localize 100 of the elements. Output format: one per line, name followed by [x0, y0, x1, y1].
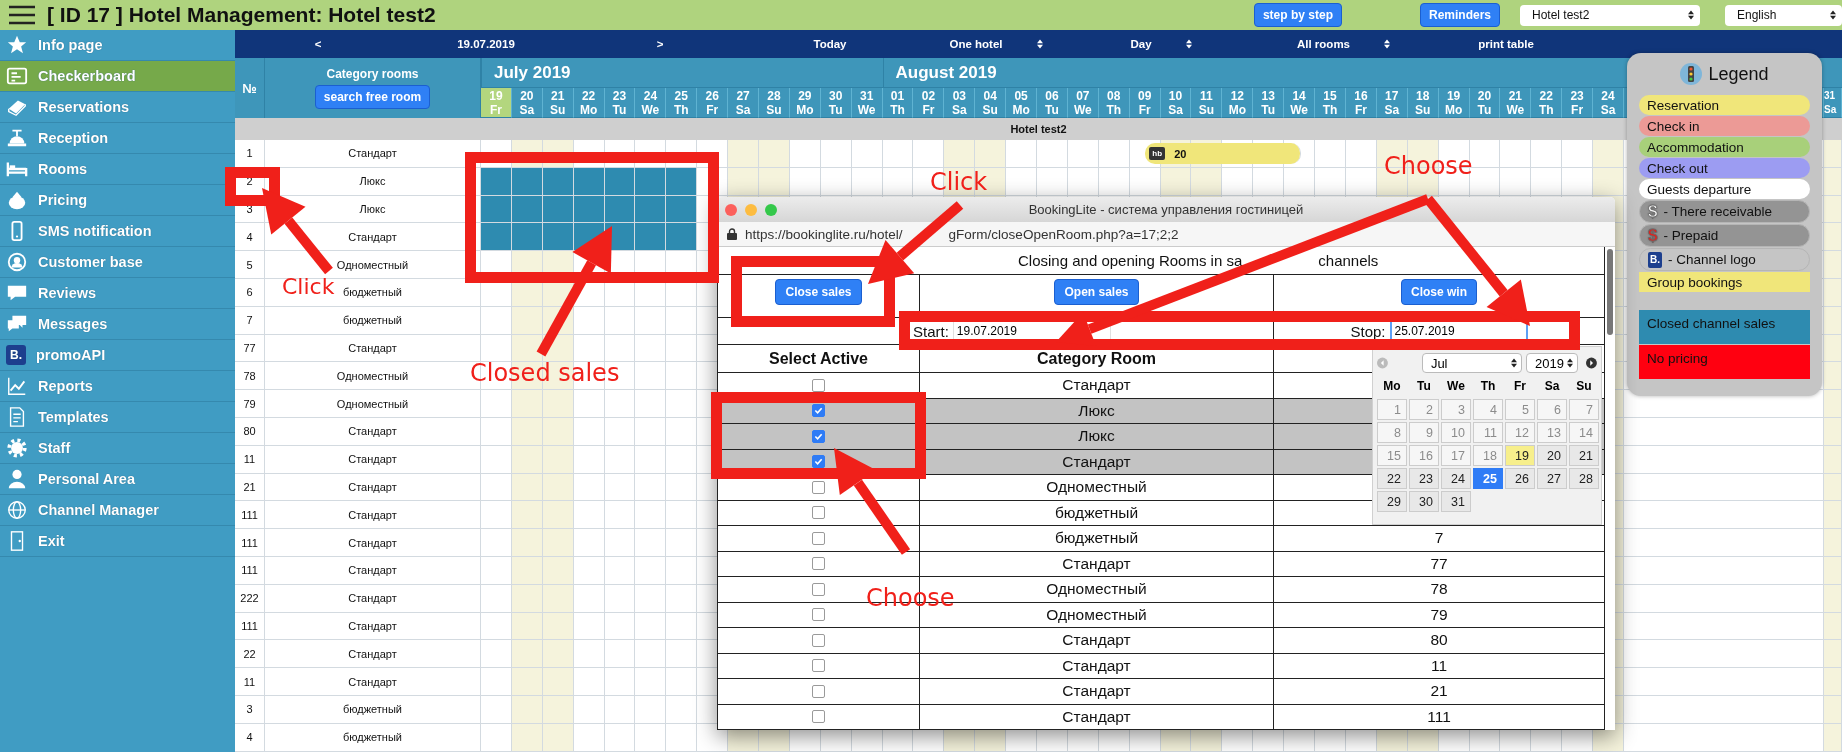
nav-select[interactable]: All rooms [1296, 38, 1390, 50]
nav-select[interactable]: One hotel [949, 38, 1043, 50]
weekday-label: Su [550, 102, 566, 117]
day-number: 28 [767, 88, 781, 103]
weekday-label: We [1290, 102, 1308, 117]
dialog-button[interactable]: Close win [1401, 279, 1477, 305]
day-number: 26 [705, 88, 719, 103]
weekday-label: Sa [735, 102, 751, 117]
weekday-label: We [857, 102, 876, 117]
nav-select[interactable]: Day [1130, 38, 1192, 50]
legend-item: Accommodation [1639, 137, 1810, 157]
legend-label: - Channel logo [1668, 252, 1756, 267]
room-category: Одноместный [265, 390, 481, 417]
year-select[interactable]: 2019 [1526, 353, 1579, 373]
room-number: 4 [235, 223, 265, 251]
room-category: бюджетный [265, 306, 481, 334]
day-number: 21 [551, 88, 565, 103]
weekday-label: We [1073, 102, 1092, 117]
legend-item: Closed channel sales [1639, 310, 1810, 344]
month-label: August 2019 [895, 62, 997, 83]
sidebar-item[interactable]: Pricing [0, 185, 235, 216]
day-number: 17 [1385, 88, 1399, 103]
weekday-label: Tu [1416, 379, 1432, 393]
sidebar-item[interactable]: Channel Manager [0, 495, 235, 526]
reminders-button[interactable]: Reminders [1419, 3, 1500, 27]
legend-item: Guests departure [1639, 179, 1810, 199]
calendar-day[interactable]: 25 [1473, 468, 1503, 489]
day-number: 10 [1168, 88, 1183, 103]
sidebar-item[interactable]: Messages [0, 309, 235, 340]
room-number: 7 [235, 306, 265, 334]
weekday-label: Th [1479, 379, 1497, 393]
day-number: 11 [1200, 88, 1213, 103]
day-number: 03 [952, 88, 966, 103]
language-select[interactable]: English [1725, 4, 1842, 26]
search-free-room-button[interactable]: search free room [314, 85, 431, 109]
day-number: 31 [1824, 88, 1836, 103]
sidebar-item[interactable]: Exit [0, 526, 235, 557]
sidebar-item[interactable]: Templates [0, 402, 235, 433]
dialog-button[interactable]: Close sales [775, 279, 862, 305]
calendar-day[interactable]: 29 [1377, 491, 1407, 512]
next-link[interactable]: > [656, 38, 664, 50]
day-number: 27 [736, 88, 750, 103]
weekday-label: Tu [1261, 102, 1276, 117]
calendar-day[interactable]: 23 [1409, 468, 1439, 489]
sidebar-item[interactable]: B. promoAPI [0, 340, 235, 371]
hotel-select[interactable]: Hotel test2 [1520, 4, 1700, 26]
sidebar-item[interactable]: Reviews [0, 278, 235, 309]
calendar-day[interactable]: 31 [1441, 491, 1471, 512]
calendar-day[interactable]: 20 [1537, 445, 1567, 466]
room-number: 5 [235, 251, 265, 278]
calendar-day[interactable]: 21 [1569, 445, 1599, 466]
calendar-day[interactable]: 26 [1505, 468, 1535, 489]
previous-link[interactable]: < [314, 38, 322, 50]
month-select[interactable]: Jul [1421, 353, 1523, 373]
sidebar-item[interactable]: SMS notification [0, 216, 235, 247]
print-link[interactable]: print table [1478, 38, 1534, 50]
sidebar-item[interactable]: Staff [0, 433, 235, 464]
room-number: 111 [235, 612, 265, 640]
weekday-label: Sa [951, 102, 967, 117]
room-number: 111 [1427, 707, 1451, 726]
calendar-day[interactable]: 24 [1441, 468, 1471, 489]
sidebar-item[interactable]: Rooms [0, 154, 235, 185]
room-number: 4 [235, 723, 265, 751]
weekday-label: Tu [612, 102, 627, 117]
sidebar-item[interactable]: Checkerboard [0, 61, 235, 92]
day-number: 13 [1261, 88, 1275, 103]
today-link[interactable]: Today [813, 38, 847, 50]
sidebar-item[interactable]: Customer base [0, 247, 235, 278]
calendar-day[interactable]: 28 [1569, 468, 1599, 489]
sidebar-item[interactable]: Reports [0, 371, 235, 402]
sidebar-item[interactable]: Reservations [0, 92, 235, 123]
dialog-button[interactable]: Open sales [1054, 279, 1139, 305]
day-number: 05 [1014, 88, 1028, 103]
room-number: 111 [235, 556, 265, 584]
weekday-label: Su [766, 102, 782, 117]
sidebar-item[interactable]: Personal Area [0, 464, 235, 495]
calendar-day[interactable]: 27 [1537, 468, 1567, 489]
calendar-day[interactable]: 30 [1409, 491, 1439, 512]
step-by-step-button[interactable]: step by step [1253, 3, 1342, 27]
weekday-label: Fr [1571, 102, 1584, 117]
day-number: 09 [1137, 88, 1152, 103]
weekday-label: Fr [1138, 102, 1151, 117]
day-number: 12 [1230, 88, 1244, 103]
day-number: 24 [1601, 88, 1615, 103]
sidebar-item[interactable]: Reception [0, 123, 235, 154]
room-category: Стандарт [1062, 376, 1131, 395]
day-number: 16 [1354, 88, 1368, 103]
booking-bar[interactable]: hb 20 [1145, 143, 1301, 164]
day-number: 19 [1446, 88, 1461, 103]
calendar-day[interactable]: 22 [1377, 468, 1407, 489]
day-number: 02 [921, 88, 936, 103]
calendar-day[interactable]: 19 [1505, 445, 1535, 466]
dialog-heading: Closing and opening Rooms in sa [1018, 252, 1243, 269]
legend-item: No pricing [1639, 345, 1810, 379]
day-number: 20 [520, 88, 534, 103]
day-number: 19 [489, 88, 503, 103]
annotation-label: Choose [1384, 154, 1473, 178]
column-header: Category Room [1036, 349, 1157, 368]
room-category: Стандарт [265, 473, 481, 501]
room-category: Люкс [1078, 427, 1115, 446]
